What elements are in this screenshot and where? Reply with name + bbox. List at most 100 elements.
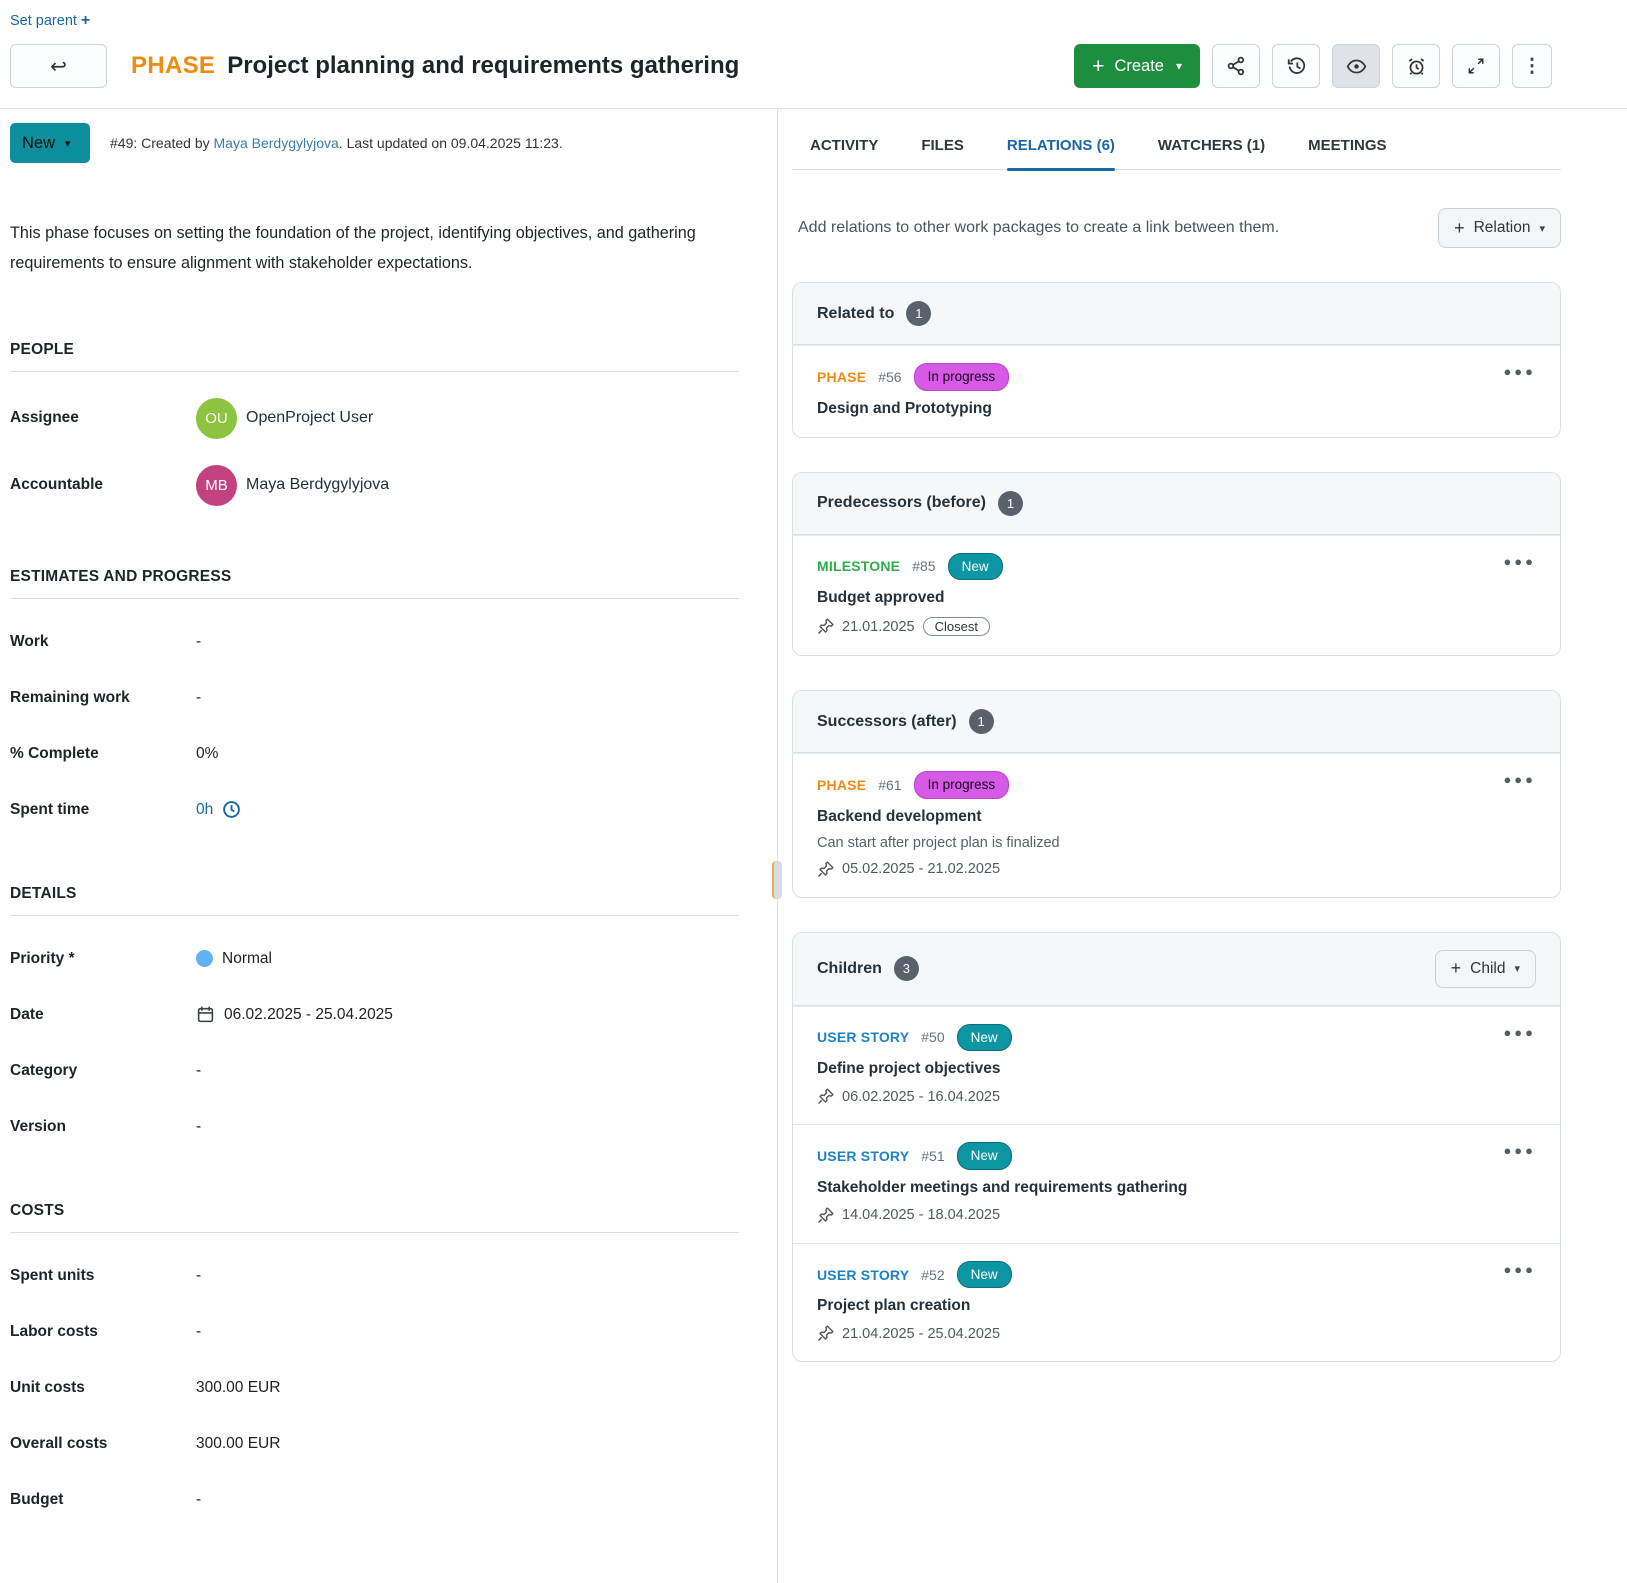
add-child-button[interactable]: + Child ▾ bbox=[1435, 950, 1536, 988]
set-parent-link[interactable]: Set parent+ bbox=[10, 12, 90, 30]
accountable-field[interactable]: MB Maya Berdygylyjova bbox=[196, 465, 389, 506]
create-button[interactable]: + Create ▾ bbox=[1074, 44, 1200, 88]
wp-title-link[interactable]: Design and Prototyping bbox=[817, 400, 1536, 418]
wp-title-link[interactable]: Define project objectives bbox=[817, 1060, 1536, 1078]
share-button[interactable] bbox=[1212, 44, 1260, 88]
work-row: Work - bbox=[10, 629, 739, 655]
status-badge: New bbox=[948, 553, 1003, 581]
page-header: Set parent+ ↩ PHASE Project planning and… bbox=[0, 0, 1627, 88]
wp-id[interactable]: #51 bbox=[921, 1148, 944, 1164]
accountable-name[interactable]: Maya Berdygylyjova bbox=[246, 476, 389, 494]
wp-id[interactable]: #85 bbox=[912, 558, 935, 574]
wp-id[interactable]: #61 bbox=[878, 777, 901, 793]
remaining-work-field[interactable]: - bbox=[196, 689, 201, 707]
wp-id[interactable]: #50 bbox=[921, 1029, 944, 1045]
status-badge: New bbox=[957, 1142, 1012, 1170]
spent-units-field[interactable]: - bbox=[196, 1267, 201, 1285]
wp-id[interactable]: #56 bbox=[878, 369, 901, 385]
spent-units-label: Spent units bbox=[10, 1267, 196, 1285]
wp-type-label[interactable]: PHASE bbox=[817, 369, 866, 385]
relation-description: Can start after project plan is finalize… bbox=[817, 835, 1536, 851]
percent-complete-label: % Complete bbox=[10, 745, 196, 763]
accountable-label: Accountable bbox=[10, 476, 196, 494]
unit-costs-field[interactable]: 300.00 EUR bbox=[196, 1379, 280, 1397]
status-dropdown[interactable]: New ▾ bbox=[10, 123, 90, 163]
pin-icon bbox=[817, 1325, 834, 1342]
back-button[interactable]: ↩ bbox=[10, 44, 107, 88]
related-to-card: Related to 1 PHASE #56 In progress Desig… bbox=[792, 282, 1561, 438]
wp-dates: 14.04.2025 - 18.04.2025 bbox=[842, 1207, 1000, 1223]
alarm-icon bbox=[1406, 56, 1427, 77]
wp-type-label[interactable]: USER STORY bbox=[817, 1029, 909, 1045]
wp-type-label[interactable]: USER STORY bbox=[817, 1148, 909, 1164]
assignee-name[interactable]: OpenProject User bbox=[246, 409, 373, 427]
row-menu-button[interactable]: ●●● bbox=[1497, 1258, 1542, 1281]
kebab-icon: ⋮ bbox=[1523, 55, 1542, 78]
plus-icon: + bbox=[1454, 218, 1465, 239]
section-details: DETAILS bbox=[10, 885, 739, 916]
clock-icon[interactable] bbox=[222, 800, 241, 819]
children-card: Children 3 + Child ▾ USER STORY #50 New … bbox=[792, 932, 1561, 1363]
overall-costs-label: Overall costs bbox=[10, 1435, 196, 1453]
row-menu-button[interactable]: ●●● bbox=[1497, 360, 1542, 383]
plus-icon: + bbox=[1451, 958, 1462, 979]
page-title: Project planning and requirements gather… bbox=[227, 52, 739, 80]
wp-title-link[interactable]: Stakeholder meetings and requirements ga… bbox=[817, 1179, 1536, 1197]
ellipsis-icon: ●●● bbox=[1503, 364, 1536, 379]
wp-type-label[interactable]: USER STORY bbox=[817, 1267, 909, 1283]
description-field[interactable]: This phase focuses on setting the founda… bbox=[10, 219, 732, 279]
overall-costs-field[interactable]: 300.00 EUR bbox=[196, 1435, 280, 1453]
card-title: Children bbox=[817, 960, 882, 978]
relation-row: USER STORY #50 New Define project object… bbox=[793, 1006, 1560, 1125]
row-menu-button[interactable]: ●●● bbox=[1497, 550, 1542, 573]
row-menu-button[interactable]: ●●● bbox=[1497, 768, 1542, 791]
relation-row: MILESTONE #85 New Budget approved 21.01.… bbox=[793, 535, 1560, 656]
assignee-field[interactable]: OU OpenProject User bbox=[196, 398, 373, 439]
title-row: ↩ PHASE Project planning and requirement… bbox=[10, 44, 1617, 88]
date-label: Date bbox=[10, 1006, 196, 1024]
overall-costs-row: Overall costs 300.00 EUR bbox=[10, 1431, 739, 1457]
wp-title-link[interactable]: Project plan creation bbox=[817, 1297, 1536, 1315]
wp-title-link[interactable]: Budget approved bbox=[817, 589, 1536, 607]
priority-value: Normal bbox=[222, 950, 272, 968]
tab-watchers[interactable]: WATCHERS (1) bbox=[1158, 137, 1265, 169]
budget-field[interactable]: - bbox=[196, 1491, 201, 1509]
history-button[interactable] bbox=[1272, 44, 1320, 88]
spent-time-link[interactable]: 0h bbox=[196, 801, 213, 819]
percent-complete-row: % Complete 0% bbox=[10, 741, 739, 767]
status-label: New bbox=[22, 134, 55, 153]
card-title: Predecessors (before) bbox=[817, 494, 986, 512]
tab-activity[interactable]: ACTIVITY bbox=[810, 137, 878, 169]
meta-text: #49: Created by Maya Berdygylyjova. Last… bbox=[110, 135, 563, 151]
wp-id[interactable]: #52 bbox=[921, 1267, 944, 1283]
reminder-button[interactable] bbox=[1392, 44, 1440, 88]
percent-complete-field[interactable]: 0% bbox=[196, 745, 218, 763]
panel-resize-handle[interactable] bbox=[772, 861, 782, 899]
history-icon bbox=[1286, 56, 1307, 77]
priority-field[interactable]: Normal bbox=[196, 950, 272, 968]
watch-button[interactable] bbox=[1332, 44, 1380, 88]
section-estimates: ESTIMATES AND PROGRESS bbox=[10, 568, 739, 599]
wp-title-link[interactable]: Backend development bbox=[817, 808, 1536, 826]
tab-meetings[interactable]: MEETINGS bbox=[1308, 137, 1386, 169]
work-field[interactable]: - bbox=[196, 633, 201, 651]
author-link[interactable]: Maya Berdygylyjova bbox=[214, 135, 339, 151]
wp-type-label[interactable]: MILESTONE bbox=[817, 558, 900, 574]
spent-units-row: Spent units - bbox=[10, 1263, 739, 1289]
more-menu-button[interactable]: ⋮ bbox=[1512, 44, 1552, 88]
date-field[interactable]: 06.02.2025 - 25.04.2025 bbox=[196, 1005, 393, 1024]
category-field[interactable]: - bbox=[196, 1062, 201, 1080]
calendar-icon bbox=[196, 1005, 215, 1024]
labor-costs-field[interactable]: - bbox=[196, 1323, 201, 1341]
wp-type-label[interactable]: PHASE bbox=[817, 777, 866, 793]
row-menu-button[interactable]: ●●● bbox=[1497, 1021, 1542, 1044]
ellipsis-icon: ●●● bbox=[1503, 1262, 1536, 1277]
wp-dates: 21.04.2025 - 25.04.2025 bbox=[842, 1326, 1000, 1342]
tab-relations[interactable]: RELATIONS (6) bbox=[1007, 137, 1115, 169]
fullscreen-button[interactable] bbox=[1452, 44, 1500, 88]
caret-down-icon: ▾ bbox=[1514, 962, 1520, 975]
row-menu-button[interactable]: ●●● bbox=[1497, 1139, 1542, 1162]
tab-files[interactable]: FILES bbox=[921, 137, 964, 169]
version-field[interactable]: - bbox=[196, 1118, 201, 1136]
add-relation-button[interactable]: + Relation ▾ bbox=[1438, 208, 1561, 248]
